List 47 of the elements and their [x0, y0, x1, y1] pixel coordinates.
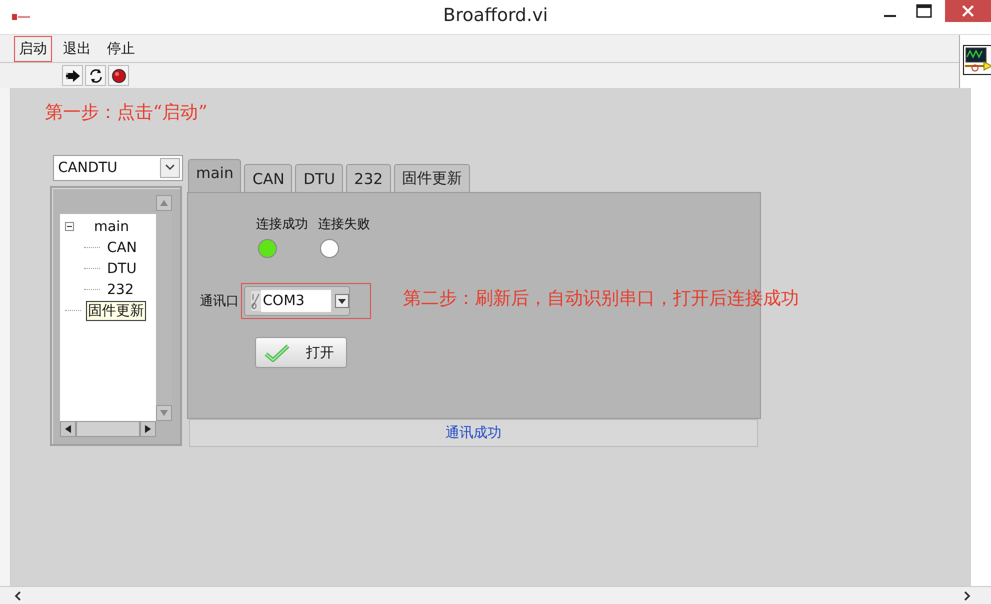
scroll-down-icon — [156, 405, 172, 421]
tree-item[interactable]: 232 — [105, 280, 136, 298]
checkmark-icon — [264, 344, 290, 362]
collapse-icon[interactable] — [65, 222, 74, 231]
tree-item[interactable]: DTU — [105, 260, 139, 278]
window-title: Broafford.vi — [443, 5, 548, 26]
scroll-left-icon — [60, 421, 76, 437]
menu-item[interactable]: 启动 — [14, 36, 52, 62]
tree-item[interactable]: CAN — [105, 238, 139, 256]
io-icon — [251, 291, 261, 311]
arrow-icon — [64, 68, 80, 82]
port-label: 通讯口 — [200, 293, 239, 310]
cycle-arrows-icon — [88, 68, 104, 84]
open-button[interactable]: 打开 — [255, 337, 347, 368]
close-button[interactable] — [945, 0, 991, 22]
horizontal-scrollbar[interactable] — [0, 586, 991, 604]
run-button[interactable] — [62, 65, 83, 86]
tab[interactable]: DTU — [295, 164, 344, 192]
abort-button[interactable] — [108, 65, 129, 86]
scroll-right-icon — [963, 590, 971, 600]
menu-item[interactable]: 退出 — [58, 36, 96, 62]
menu-item[interactable]: 停止 — [102, 36, 140, 62]
scroll-right-icon — [140, 421, 156, 437]
run-continuously-button[interactable] — [85, 65, 106, 86]
tree-item[interactable]: 固件更新 — [86, 300, 146, 320]
indicator-label: 连接成功 — [256, 216, 308, 233]
tree-item[interactable]: main — [92, 218, 131, 236]
tab[interactable]: 固件更新 — [394, 164, 470, 192]
horizontal-scrollbar[interactable] — [60, 421, 156, 437]
scroll-up-icon — [156, 195, 172, 211]
close-icon — [961, 4, 975, 18]
port-selector[interactable]: COM3 — [244, 286, 350, 316]
app-icon — [12, 13, 30, 21]
indicator-label: 连接失败 — [318, 216, 370, 233]
tab[interactable]: CAN — [244, 164, 292, 192]
tab[interactable]: 232 — [346, 164, 391, 192]
device-dropdown[interactable]: CANDTU — [53, 155, 183, 181]
minimize-icon — [884, 15, 896, 17]
instruction-text: 第二步：刷新后，自动识别串口，打开后连接成功 — [403, 287, 799, 310]
instruction-text: 第一步：点击“启动” — [45, 101, 208, 124]
scroll-left-icon — [14, 590, 22, 600]
vertical-scrollbar[interactable] — [156, 195, 172, 421]
scroll-thumb[interactable] — [76, 421, 140, 437]
tab[interactable]: main — [188, 159, 242, 192]
stop-icon — [110, 68, 126, 84]
maximize-icon — [916, 4, 932, 18]
status-text: 通讯成功 — [189, 419, 758, 447]
